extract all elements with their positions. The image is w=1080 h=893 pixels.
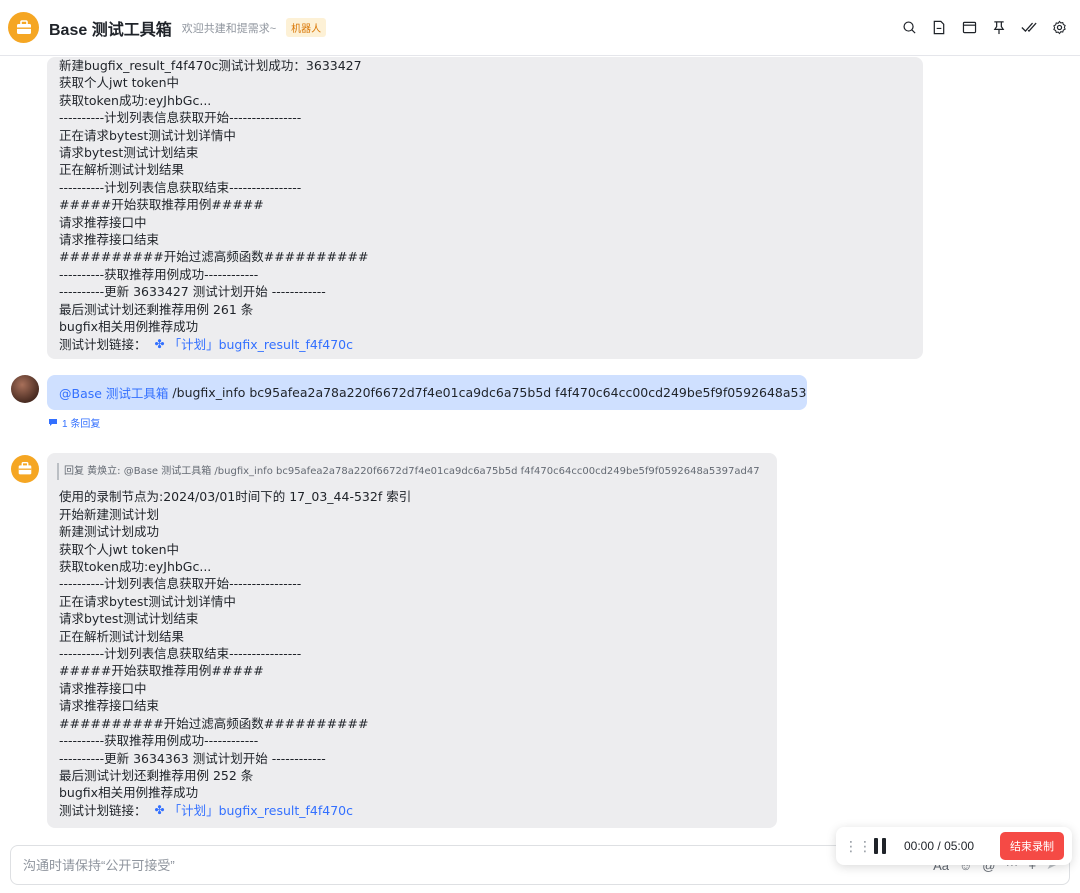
log-line: 最后测试计划还剩推荐用例 261 条	[59, 301, 254, 317]
log-line: 使用的录制节点为:2024/03/01时间下的 17_03_44-532f 索引	[59, 489, 412, 505]
log-line: 获取token成功:eyJhbGc...	[59, 92, 212, 108]
bot-mention[interactable]: @Base 测试工具箱	[59, 383, 168, 402]
checks-icon[interactable]	[1020, 19, 1038, 37]
log-line: ##########开始过滤高频函数##########	[59, 715, 369, 731]
log-line: 获取个人jwt token中	[59, 541, 180, 557]
log-line: 请求推荐接口中	[59, 680, 147, 696]
toolbox-icon	[18, 461, 32, 475]
log-line: 请求推荐接口结束	[59, 232, 160, 248]
chat-header: Base 测试工具箱 欢迎共建和提需求~ 机器人	[0, 0, 1080, 56]
log-line: ----------计划列表信息获取结束----------------	[59, 179, 302, 195]
bot-badge: 机器人	[286, 18, 327, 37]
pin-icon[interactable]	[990, 19, 1008, 37]
bot-avatar[interactable]	[11, 455, 39, 483]
plan-link-label: 测试计划链接：	[59, 802, 147, 818]
log-line: 请求bytest测试计划结束	[59, 611, 199, 627]
reply-count[interactable]: 1 条回复	[48, 415, 100, 430]
log-line: 正在请求bytest测试计划详情中	[59, 127, 236, 143]
log-line: ----------获取推荐用例成功------------	[59, 733, 259, 749]
log-line: bugfix相关用例推荐成功	[59, 785, 199, 801]
log-line: 获取个人jwt token中	[59, 75, 180, 91]
log-line: ----------计划列表信息获取结束----------------	[59, 646, 302, 662]
user-avatar[interactable]	[11, 375, 39, 403]
drag-handle-icon[interactable]: ⋮⋮	[844, 838, 872, 855]
search-icon[interactable]	[900, 19, 918, 37]
log-line: 最后测试计划还剩推荐用例 252 条	[59, 767, 254, 783]
reply-count-text: 1 条回复	[62, 419, 101, 430]
log-line: 正在解析测试计划结果	[59, 628, 185, 644]
plan-link-row: 测试计划链接： ✤ 「计划」bugfix_result_f4f470c	[59, 802, 765, 819]
reply-quote[interactable]: 回复 黄焕立: @Base 测试工具箱 /bugfix_info bc95afe…	[57, 463, 765, 481]
plan-link[interactable]: 「计划」bugfix_result_f4f470c	[169, 802, 353, 819]
bot-message-second: 回复 黄焕立: @Base 测试工具箱 /bugfix_info bc95afe…	[47, 453, 777, 828]
log-line: #####开始获取推荐用例#####	[59, 197, 264, 213]
log-line: 新建bugfix_result_f4f470c测试计划成功：3633427	[59, 58, 362, 73]
log-line: ----------计划列表信息获取开始----------------	[59, 576, 302, 592]
chat-subtitle: 欢迎共建和提需求~	[181, 22, 277, 35]
log-line: ----------更新 3633427 测试计划开始 ------------	[59, 284, 326, 300]
recording-timer: 00:00 / 05:00	[904, 839, 975, 853]
message-lines: 使用的录制节点为:2024/03/01时间下的 17_03_44-532f 索引…	[59, 488, 765, 801]
pause-icon[interactable]	[874, 838, 890, 854]
log-line: ----------计划列表信息获取开始----------------	[59, 110, 302, 126]
log-line: ----------获取推荐用例成功------------	[59, 266, 259, 282]
log-line: bugfix相关用例推荐成功	[59, 319, 199, 335]
log-line: ----------更新 3634363 测试计划开始 ------------	[59, 750, 326, 766]
plan-link[interactable]: 「计划」bugfix_result_f4f470c	[169, 336, 353, 353]
header-toolbar	[900, 19, 1068, 37]
plan-icon: ✤	[154, 802, 165, 817]
comment-icon	[49, 419, 57, 426]
plan-icon: ✤	[154, 336, 165, 351]
plan-link-label: 测试计划链接：	[59, 336, 147, 352]
log-line: 正在请求bytest测试计划详情中	[59, 593, 236, 609]
bot-avatar[interactable]	[8, 12, 39, 43]
log-line: #####开始获取推荐用例#####	[59, 663, 264, 679]
bot-message-first: 新建bugfix_result_f4f470c测试计划成功：3633427 获取个…	[47, 57, 923, 359]
settings-icon[interactable]	[1050, 19, 1068, 37]
plan-link-row: 测试计划链接： ✤ 「计划」bugfix_result_f4f470c	[59, 336, 911, 353]
log-line: 请求推荐接口结束	[59, 698, 160, 714]
log-line: 请求bytest测试计划结束	[59, 145, 199, 161]
document-icon[interactable]	[930, 19, 948, 37]
log-line: 开始新建测试计划	[59, 506, 160, 522]
message-input[interactable]	[23, 857, 723, 873]
screen-recorder: ⋮⋮ 00:00 / 05:00 结束录制	[836, 827, 1072, 865]
user-message: @Base 测试工具箱 /bugfix_info bc95afea2a78a22…	[47, 375, 807, 410]
log-line: 请求推荐接口中	[59, 214, 147, 230]
message-lines: 新建bugfix_result_f4f470c测试计划成功：3633427 获取个…	[59, 57, 911, 336]
user-command: /bugfix_info bc95afea2a78a220f6672d7f4e0…	[172, 385, 807, 400]
window-icon[interactable]	[960, 19, 978, 37]
page-title: Base 测试工具箱	[49, 21, 172, 39]
toolbox-icon	[16, 19, 31, 34]
log-line: 正在解析测试计划结果	[59, 162, 185, 178]
log-line: ##########开始过滤高频函数##########	[59, 249, 369, 265]
log-line: 获取token成功:eyJhbGc...	[59, 559, 212, 575]
log-line: 新建测试计划成功	[59, 524, 160, 540]
end-recording-button[interactable]: 结束录制	[1000, 832, 1064, 860]
